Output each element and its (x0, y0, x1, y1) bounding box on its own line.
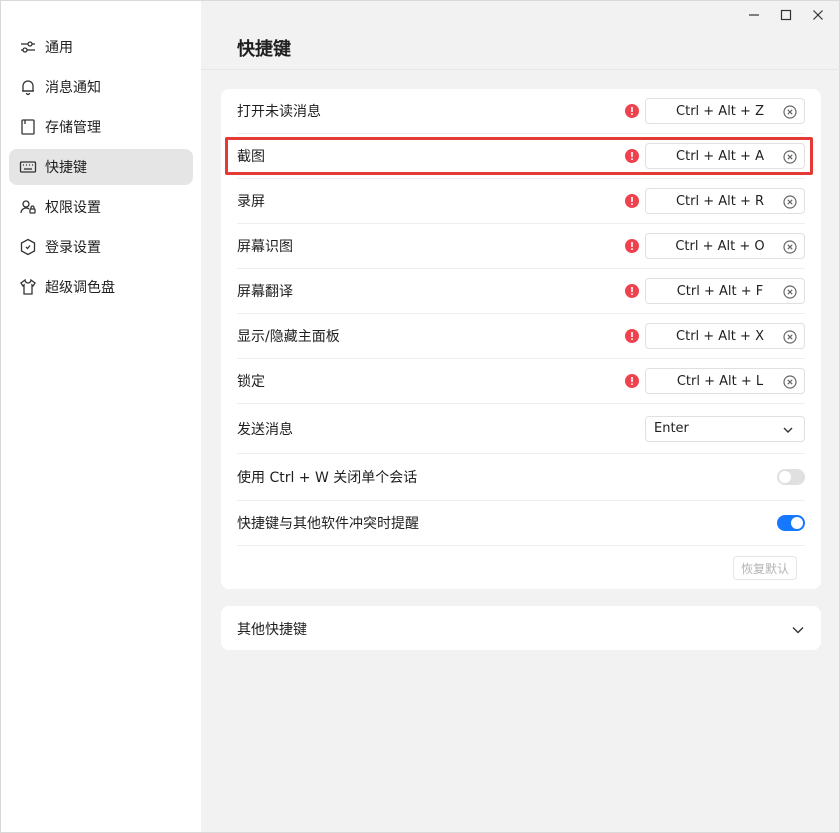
close-session-label: 使用 Ctrl + W 关闭单个会话 (237, 470, 418, 486)
clear-icon[interactable] (783, 150, 797, 164)
other-shortcuts-card[interactable]: 其他快捷键 (221, 606, 821, 650)
shortcut-value: Ctrl + Alt + L (676, 373, 764, 389)
sidebar-item-storage[interactable]: 存储管理 (9, 109, 193, 145)
close-button[interactable] (802, 5, 834, 25)
warning-icon (625, 149, 639, 163)
hexagon-shield-icon (19, 238, 37, 256)
conflict-alert-toggle[interactable] (777, 515, 805, 531)
warning-icon (625, 239, 639, 253)
shortcut-row-screen-translate: 屏幕翻译 Ctrl + Alt + F (237, 269, 805, 314)
shortcut-label: 屏幕翻译 (237, 284, 293, 300)
sidebar-item-shortcuts[interactable]: 快捷键 (9, 149, 193, 185)
header-divider (201, 69, 840, 70)
clear-icon[interactable] (783, 195, 797, 209)
shortcut-input[interactable]: Ctrl + Alt + R (645, 188, 805, 214)
main-content: 快捷键 打开未读消息 Ctrl + Alt + Z 截图 Ctrl + Alt … (201, 1, 840, 832)
send-message-row: 发送消息 Enter (237, 404, 805, 454)
shortcut-value: Ctrl + Alt + F (676, 283, 764, 299)
sidebar-item-label: 消息通知 (45, 80, 101, 96)
shortcut-label: 显示/隐藏主面板 (237, 329, 340, 345)
shortcut-input[interactable]: Ctrl + Alt + O (645, 233, 805, 259)
shortcut-row-record: 录屏 Ctrl + Alt + R (237, 179, 805, 224)
shortcut-input[interactable]: Ctrl + Alt + A (645, 143, 805, 169)
shortcut-input[interactable]: Ctrl + Alt + F (645, 278, 805, 304)
minimize-button[interactable] (738, 5, 770, 25)
sidebar-item-palette[interactable]: 超级调色盘 (9, 269, 193, 305)
close-session-toggle[interactable] (777, 469, 805, 485)
warning-icon (625, 194, 639, 208)
shortcut-row-open-unread: 打开未读消息 Ctrl + Alt + Z (237, 89, 805, 134)
minimize-icon (749, 14, 759, 16)
clear-icon[interactable] (783, 240, 797, 254)
sidebar-item-label: 登录设置 (45, 240, 101, 256)
keyboard-icon (19, 158, 37, 176)
chevron-down-icon (783, 427, 793, 433)
shortcut-label: 锁定 (237, 374, 265, 390)
shortcut-value: Ctrl + Alt + X (676, 328, 764, 344)
warning-icon (625, 104, 639, 118)
sidebar-item-label: 存储管理 (45, 120, 101, 136)
tshirt-icon (19, 278, 37, 296)
shortcut-value: Ctrl + Alt + R (675, 193, 765, 209)
shortcut-value: Ctrl + Alt + Z (676, 103, 764, 119)
warning-icon (625, 374, 639, 388)
shortcut-input[interactable]: Ctrl + Alt + X (645, 323, 805, 349)
shortcut-value: Ctrl + Alt + A (676, 148, 764, 164)
sidebar-item-permissions[interactable]: 权限设置 (9, 189, 193, 225)
shortcut-input[interactable]: Ctrl + Alt + L (645, 368, 805, 394)
clear-icon[interactable] (783, 285, 797, 299)
shortcut-label: 屏幕识图 (237, 239, 293, 255)
shortcut-label: 录屏 (237, 194, 265, 210)
bell-icon (19, 78, 37, 96)
shortcut-row-screen-ocr: 屏幕识图 Ctrl + Alt + O (237, 224, 805, 269)
other-shortcuts-label: 其他快捷键 (237, 622, 307, 638)
maximize-button[interactable] (770, 5, 802, 25)
chevron-down-icon (792, 627, 804, 634)
sidebar-item-label: 超级调色盘 (45, 280, 115, 296)
close-session-row: 使用 Ctrl + W 关闭单个会话 (237, 454, 805, 501)
window-controls (738, 5, 834, 25)
send-message-label: 发送消息 (237, 421, 293, 438)
user-lock-icon (19, 198, 37, 216)
sidebar-item-label: 快捷键 (45, 160, 87, 176)
shortcut-value: Ctrl + Alt + O (675, 238, 765, 254)
send-message-value: Enter (654, 421, 689, 436)
sidebar-item-login[interactable]: 登录设置 (9, 229, 193, 265)
restore-default-button[interactable]: 恢复默认 (733, 556, 797, 580)
sliders-icon (19, 38, 37, 56)
sidebar-item-notifications[interactable]: 消息通知 (9, 69, 193, 105)
clear-icon[interactable] (783, 105, 797, 119)
shortcut-label: 打开未读消息 (237, 104, 321, 120)
clear-icon[interactable] (783, 375, 797, 389)
sidebar: 通用 消息通知 存储管理 快捷键 权限设置 登录设置 超级调色盘 (1, 1, 201, 832)
shortcut-row-toggle-panel: 显示/隐藏主面板 Ctrl + Alt + X (237, 314, 805, 359)
shortcut-row-screenshot: 截图 Ctrl + Alt + A (237, 134, 805, 179)
sidebar-item-label: 通用 (45, 40, 73, 56)
warning-icon (625, 284, 639, 298)
storage-icon (19, 118, 37, 136)
warning-icon (625, 329, 639, 343)
sidebar-item-general[interactable]: 通用 (9, 29, 193, 65)
conflict-alert-row: 快捷键与其他软件冲突时提醒 (237, 501, 805, 546)
conflict-alert-label: 快捷键与其他软件冲突时提醒 (237, 516, 419, 532)
settings-window: 通用 消息通知 存储管理 快捷键 权限设置 登录设置 超级调色盘 快捷键 打开未… (0, 0, 840, 833)
close-icon (813, 10, 823, 20)
sidebar-nav: 通用 消息通知 存储管理 快捷键 权限设置 登录设置 超级调色盘 (9, 29, 193, 309)
shortcut-row-lock: 锁定 Ctrl + Alt + L (237, 359, 805, 404)
maximize-icon (780, 9, 792, 21)
toggle-knob (779, 471, 791, 483)
shortcuts-card: 打开未读消息 Ctrl + Alt + Z 截图 Ctrl + Alt + A … (221, 89, 821, 589)
page-title: 快捷键 (237, 39, 291, 60)
shortcut-input[interactable]: Ctrl + Alt + Z (645, 98, 805, 124)
send-message-select[interactable]: Enter (645, 415, 805, 442)
toggle-knob (791, 517, 803, 529)
shortcut-label: 截图 (237, 149, 265, 165)
clear-icon[interactable] (783, 330, 797, 344)
sidebar-item-label: 权限设置 (45, 200, 101, 216)
